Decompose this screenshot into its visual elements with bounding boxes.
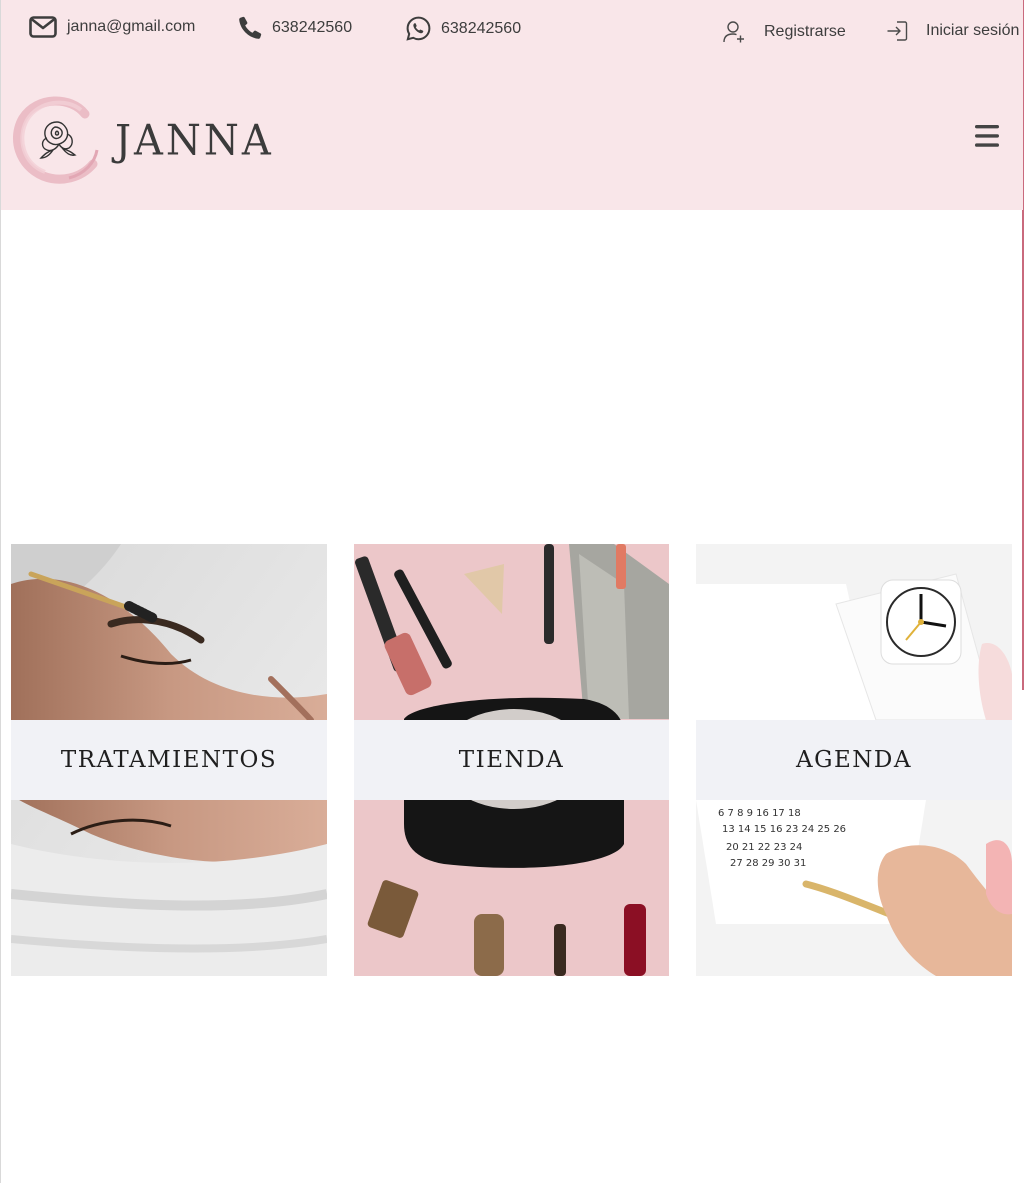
login-text: Iniciar sesión	[926, 22, 1020, 39]
register-link[interactable]: Registrarse	[722, 20, 846, 44]
whatsapp-icon	[406, 16, 431, 41]
card-tienda[interactable]: TIENDA	[354, 544, 669, 976]
card-tratamientos[interactable]: TRATAMIENTOS	[11, 544, 327, 976]
phone-text: 638242560	[272, 19, 353, 36]
hamburger-icon	[975, 125, 999, 147]
svg-text:20 21 22 23 24: 20 21 22 23 24	[726, 842, 802, 853]
login-link[interactable]: Iniciar sesión	[886, 20, 1019, 42]
card-label: AGENDA	[696, 720, 1012, 800]
email-text: janna@gmail.com	[67, 18, 196, 35]
card-agenda[interactable]: 6 7 8 9 16 17 18 13 14 15 16 23 24 25 26…	[696, 544, 1012, 976]
svg-text:13 14 15 16 23 24 25 26: 13 14 15 16 23 24 25 26	[722, 824, 846, 835]
brand-name: JANNA	[115, 116, 274, 165]
page: janna@gmail.com 638242560 638242560 Regi…	[0, 0, 1024, 1183]
sign-in-icon	[886, 20, 908, 42]
svg-text:27 28 29 30 31: 27 28 29 30 31	[730, 858, 806, 869]
whatsapp-text: 638242560	[441, 19, 522, 37]
card-label: TRATAMIENTOS	[11, 720, 327, 800]
envelope-icon	[29, 16, 57, 38]
brand-logo[interactable]: JANNA	[11, 92, 274, 189]
register-text: Registrarse	[764, 23, 846, 40]
phone-link[interactable]: 638242560	[238, 16, 352, 40]
menu-toggle-button[interactable]	[974, 124, 1000, 148]
card-label: TIENDA	[354, 720, 669, 800]
site-header: janna@gmail.com 638242560 638242560 Regi…	[1, 0, 1023, 210]
phone-icon	[238, 16, 262, 40]
svg-text:6 7 8 9 16 17 18: 6 7 8 9 16 17 18	[718, 808, 801, 819]
email-link[interactable]: janna@gmail.com	[29, 16, 195, 38]
whatsapp-link[interactable]: 638242560	[406, 16, 521, 41]
user-add-icon	[722, 20, 746, 44]
rose-logo-icon	[11, 92, 103, 189]
